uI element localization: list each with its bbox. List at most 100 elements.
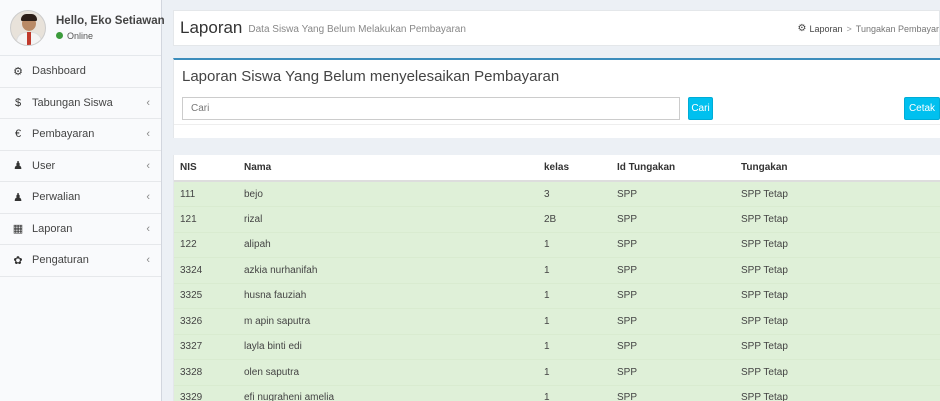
table-cell: 3329: [174, 385, 244, 401]
table-cell: SPP Tetap: [741, 181, 940, 207]
dashboard-icon: ⚙: [797, 23, 807, 34]
sidebar-item-label: Tabungan Siswa: [32, 96, 113, 109]
table-cell: 1: [544, 308, 617, 335]
chevron-left-icon: ‹: [146, 222, 150, 235]
table-cell: efi nugraheni amelia: [244, 385, 544, 401]
table-cell: SPP Tetap: [741, 206, 940, 233]
table-cell: 1: [544, 359, 617, 386]
table-cell: 1: [544, 232, 617, 258]
search-input[interactable]: [182, 97, 680, 120]
table-cell: 121: [174, 206, 244, 233]
table-cell: SPP: [617, 359, 741, 386]
table-cell: SPP: [617, 257, 741, 284]
table-cell: 122: [174, 232, 244, 258]
table-cell: rizal: [244, 206, 544, 233]
breadcrumb-current: Tungakan Pembayar: [855, 23, 939, 34]
table-cell: layla binti edi: [244, 334, 544, 360]
table-cell: SPP Tetap: [741, 334, 940, 360]
table-row: 3329 efi nugraheni amelia 1 SPP SPP Tetap: [174, 385, 940, 401]
table-cell: 1: [544, 257, 617, 284]
page-subtitle: Data Siswa Yang Belum Melakukan Pembayar…: [248, 24, 466, 35]
chevron-left-icon: ‹: [146, 254, 150, 267]
table-cell: SPP Tetap: [741, 257, 940, 284]
user-icon: ♟: [13, 191, 23, 204]
gear-icon: ✿: [13, 254, 23, 267]
breadcrumb-home[interactable]: Laporan: [809, 24, 842, 34]
arrears-table-container: NIS Nama kelas Id Tungakan Tungakan 111 b…: [173, 155, 940, 401]
sidebar-item-label: Pengaturan: [32, 254, 89, 267]
table-cell: 3328: [174, 359, 244, 386]
column-header-nama: Nama: [244, 155, 544, 182]
table-cell: SPP: [617, 308, 741, 335]
online-status-icon: [56, 32, 63, 39]
table-row: 3326 m apin saputra 1 SPP SPP Tetap: [174, 308, 940, 335]
table-cell: SPP: [617, 206, 741, 233]
table-cell: 3324: [174, 257, 244, 284]
chevron-left-icon: ‹: [146, 159, 150, 172]
table-cell: 1: [544, 385, 617, 401]
table-row: 3328 olen saputra 1 SPP SPP Tetap: [174, 359, 940, 386]
avatar: [10, 9, 46, 46]
table-header-row: NIS Nama kelas Id Tungakan Tungakan: [174, 155, 940, 182]
table-cell: SPP: [617, 334, 741, 360]
user-name: Hello, Eko Setiawan: [56, 14, 165, 27]
sidebar-menu: ⚙ Dashboard $ Tabungan Siswa ‹ € Pembayaran ‹ ♟ U…: [0, 56, 161, 277]
breadcrumb: ⚙ Laporan > Tungakan Pembayar: [798, 23, 939, 34]
table-cell: bejo: [244, 181, 544, 207]
box-title: Laporan Siswa Yang Belum menyelesaikan P…: [182, 68, 560, 85]
main-content: Laporan Data Siswa Yang Belum Melakukan …: [163, 0, 940, 401]
column-header-nis: NIS: [174, 155, 244, 182]
sidebar-item-label: Laporan: [32, 222, 73, 235]
table-cell: azkia nurhanifah: [244, 257, 544, 284]
sidebar-item-label: Perwalian: [32, 191, 81, 204]
table-cell: SPP Tetap: [741, 385, 940, 401]
table-cell: SPP Tetap: [741, 308, 940, 335]
table-row: 3325 husna fauziah 1 SPP SPP Tetap: [174, 283, 940, 309]
table-cell: SPP Tetap: [741, 283, 940, 309]
table-cell: 2B: [544, 206, 617, 233]
search-button[interactable]: Cari: [688, 97, 713, 120]
table-cell: olen saputra: [244, 359, 544, 386]
print-button[interactable]: Cetak: [904, 97, 940, 120]
table-cell: alipah: [244, 232, 544, 258]
table-cell: 3: [544, 181, 617, 207]
table-cell: SPP: [617, 181, 741, 207]
table-cell: SPP Tetap: [741, 232, 940, 258]
sidebar: Hello, Eko Setiawan Online ⚙ Dashboard $ Ta…: [0, 0, 165, 401]
sidebar-item-dashboard[interactable]: ⚙ Dashboard: [0, 56, 161, 88]
table-cell: 1: [544, 334, 617, 360]
table-row: 3324 azkia nurhanifah 1 SPP SPP Tetap: [174, 257, 940, 284]
sidebar-item-laporan[interactable]: ▦ Laporan ‹: [0, 214, 161, 245]
column-header-id-tungakan: Id Tungakan: [617, 155, 741, 182]
column-header-tungakan: Tungakan: [741, 155, 940, 182]
table-body: 111 bejo 3 SPP SPP Tetap 121 rizal 2B SPP SPP Tet…: [174, 181, 940, 401]
chevron-left-icon: ‹: [146, 191, 150, 204]
table-row: 3327 layla binti edi 1 SPP SPP Tetap: [174, 334, 940, 360]
table-cell: 3325: [174, 283, 244, 309]
chevron-left-icon: ‹: [146, 128, 150, 141]
table-cell: 1: [544, 283, 617, 309]
user-panel: Hello, Eko Setiawan Online: [0, 0, 165, 56]
report-box: Laporan Siswa Yang Belum menyelesaikan P…: [173, 58, 940, 138]
table-cell: SPP: [617, 283, 741, 309]
sidebar-item-user[interactable]: ♟ User ‹: [0, 151, 161, 182]
sidebar-item-label: Dashboard: [32, 65, 86, 78]
dollar-icon: $: [14, 96, 22, 109]
table-row: 121 rizal 2B SPP SPP Tetap: [174, 206, 940, 233]
table-cell: 3326: [174, 308, 244, 335]
sidebar-item-pengaturan[interactable]: ✿ Pengaturan ‹: [0, 245, 161, 277]
sidebar-item-pembayaran[interactable]: € Pembayaran ‹: [0, 119, 161, 151]
table-cell: m apin saputra: [244, 308, 544, 335]
chart-icon: ▦: [12, 223, 24, 236]
user-icon: ♟: [13, 160, 23, 173]
arrears-table: NIS Nama kelas Id Tungakan Tungakan 111 b…: [174, 155, 940, 401]
breadcrumb-separator: >: [846, 23, 852, 34]
chevron-left-icon: ‹: [146, 96, 150, 109]
table-cell: 111: [174, 181, 244, 207]
sidebar-item-tabungan-siswa[interactable]: $ Tabungan Siswa ‹: [0, 88, 161, 119]
table-cell: SPP Tetap: [741, 359, 940, 386]
column-header-kelas: kelas: [544, 155, 617, 182]
user-status-label: Online: [67, 30, 94, 41]
table-cell: SPP: [617, 385, 741, 401]
sidebar-item-perwalian[interactable]: ♟ Perwalian ‹: [0, 182, 161, 214]
